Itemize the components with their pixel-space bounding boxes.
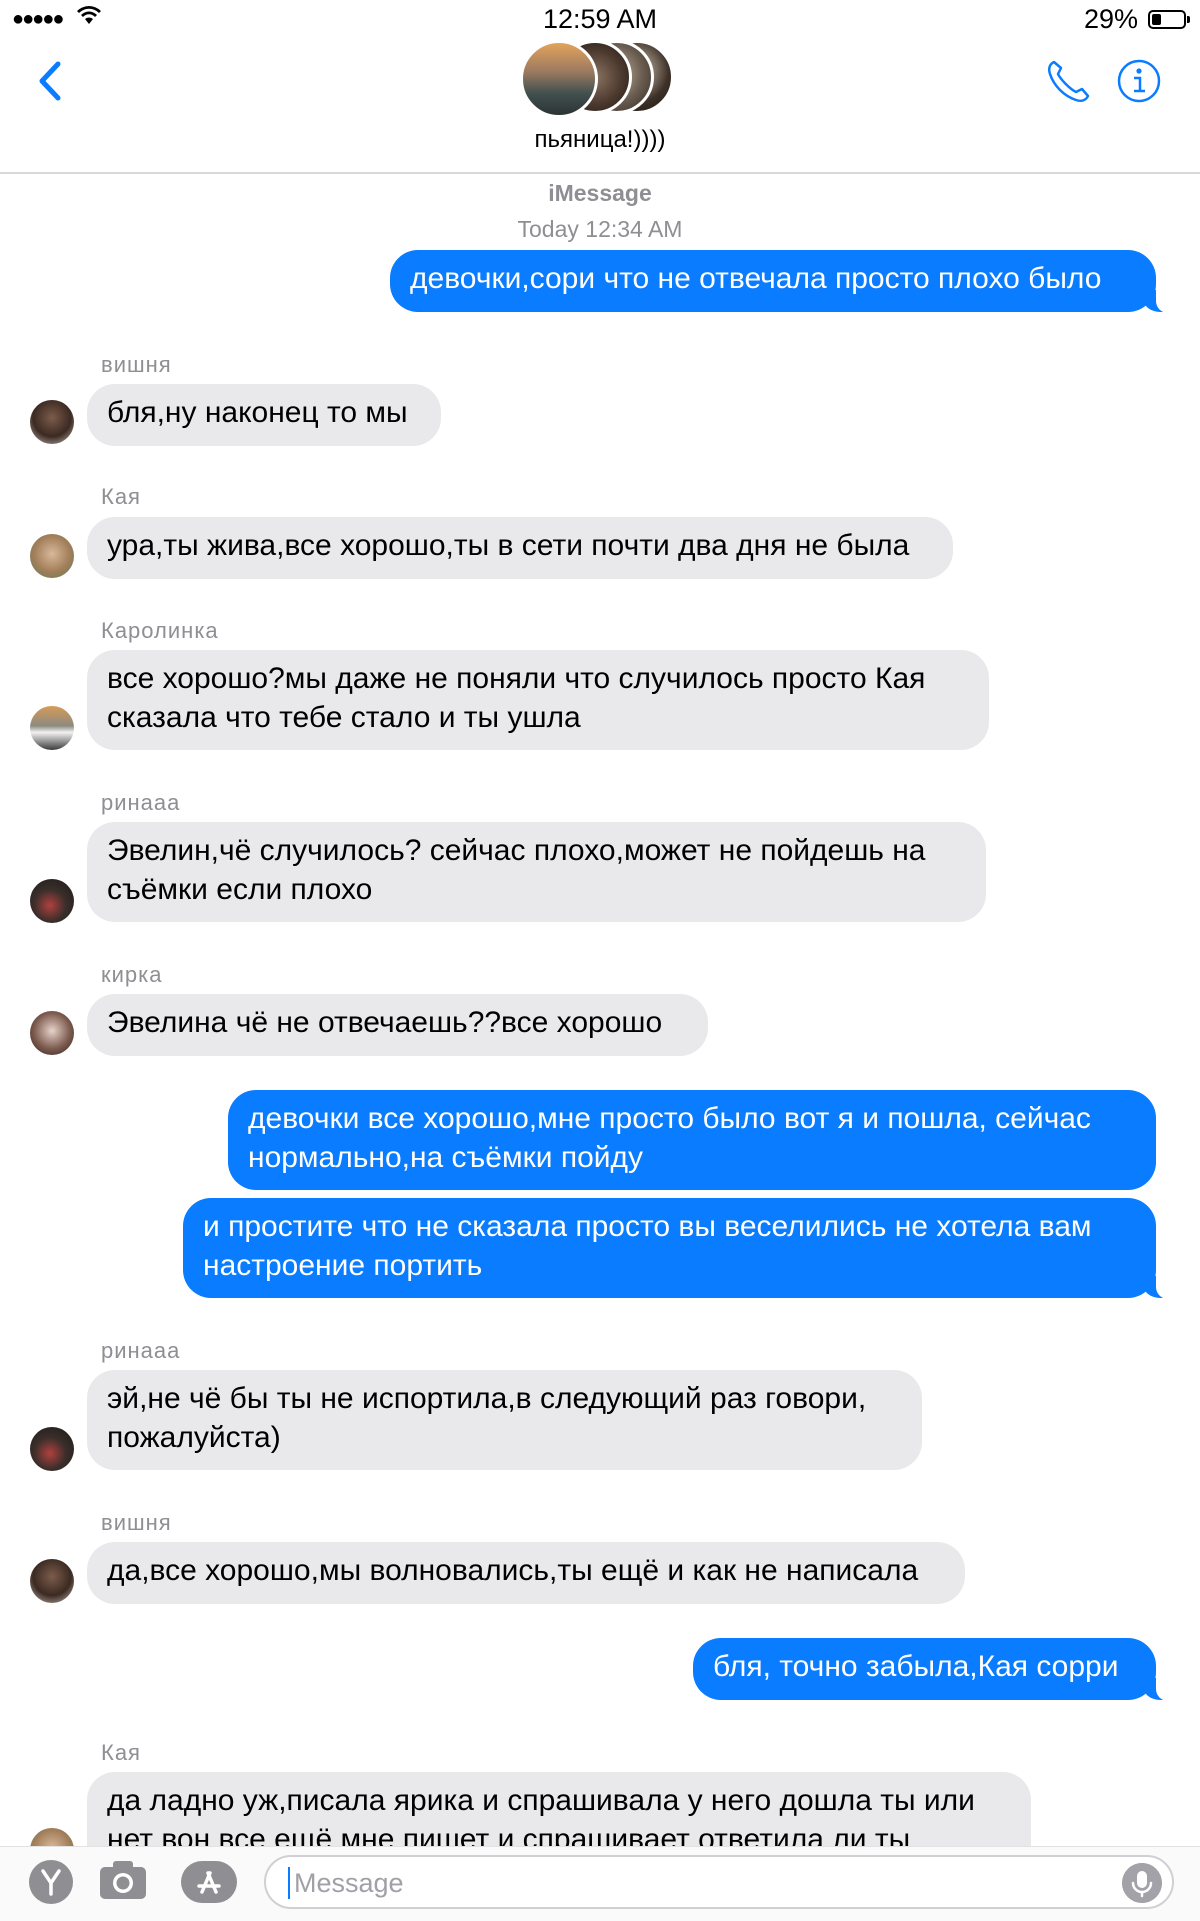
- yandex-icon[interactable]: [28, 1859, 74, 1905]
- chevron-left-icon[interactable]: [30, 56, 74, 106]
- sent-message-bubble[interactable]: и простите что не сказала просто вы весе…: [183, 1198, 1178, 1299]
- battery-icon: [1148, 10, 1190, 29]
- sender-name: Каролинка: [101, 618, 219, 643]
- group-name[interactable]: пьяница!)))): [0, 126, 1200, 154]
- contact-avatar[interactable]: [30, 879, 74, 923]
- conversation-header: пьяница!)))): [0, 40, 1200, 174]
- service-label: iMessage: [548, 180, 652, 206]
- app-store-icon[interactable]: [180, 1859, 238, 1905]
- info-icon[interactable]: [1116, 58, 1162, 104]
- contact-avatar[interactable]: [30, 534, 74, 578]
- battery-percent: 29%: [1083, 4, 1138, 34]
- sender-name: ринааа: [101, 790, 181, 815]
- group-member-avatar: [520, 40, 598, 118]
- contact-avatar[interactable]: [30, 400, 74, 444]
- sender-name: Кая: [101, 1740, 141, 1765]
- status-bar: ●●●●● 12:59 AM 29%: [0, 0, 1200, 40]
- status-time: 12:59 AM: [542, 4, 658, 34]
- camera-icon[interactable]: [98, 1857, 148, 1903]
- phone-icon[interactable]: [1042, 56, 1094, 108]
- received-message-bubble[interactable]: эй,не чё бы ты не испортила,в следующий …: [87, 1370, 922, 1470]
- sent-message-bubble[interactable]: бля, точно забыла,Кая сорри: [693, 1638, 1178, 1701]
- sender-name: ринааа: [101, 1338, 181, 1363]
- received-message-bubble[interactable]: бля,ну наконец то мы: [87, 384, 441, 446]
- sender-name: Кая: [101, 484, 141, 509]
- contact-avatar[interactable]: [30, 1011, 74, 1055]
- sender-name: вишня: [101, 1510, 172, 1535]
- received-message-bubble[interactable]: Эвелина чё не отвечаешь??все хорошо: [87, 994, 708, 1056]
- sent-message-bubble[interactable]: девочки все хорошо,мне просто было вот я…: [228, 1090, 1156, 1190]
- message-input[interactable]: [292, 1863, 1096, 1903]
- contact-avatar[interactable]: [30, 1427, 74, 1471]
- contact-avatar[interactable]: [30, 706, 74, 750]
- contact-avatar[interactable]: [30, 1559, 74, 1603]
- group-avatar-stack[interactable]: [520, 40, 680, 120]
- sent-message-bubble[interactable]: девочки,сори что не отвечала просто плох…: [390, 250, 1178, 313]
- received-message-bubble[interactable]: все хорошо?мы даже не поняли что случило…: [87, 650, 989, 750]
- message-field-container[interactable]: [264, 1855, 1174, 1909]
- received-message-bubble[interactable]: да,все хорошо,мы волновались,ты ещё и ка…: [87, 1542, 965, 1604]
- received-message-bubble[interactable]: Эвелин,чё случилось? сейчас плохо,может …: [87, 822, 986, 922]
- mic-icon[interactable]: [1122, 1863, 1162, 1903]
- sender-name: вишня: [101, 352, 172, 377]
- sender-name: кирка: [101, 962, 163, 987]
- received-message-bubble[interactable]: ура,ты жива,все хорошо,ты в сети почти д…: [87, 517, 953, 579]
- battery-level: [1152, 14, 1161, 25]
- text-cursor: [288, 1867, 290, 1899]
- message-composer: [0, 1846, 1200, 1921]
- thread-timestamp: Today 12:34 AM: [517, 216, 683, 242]
